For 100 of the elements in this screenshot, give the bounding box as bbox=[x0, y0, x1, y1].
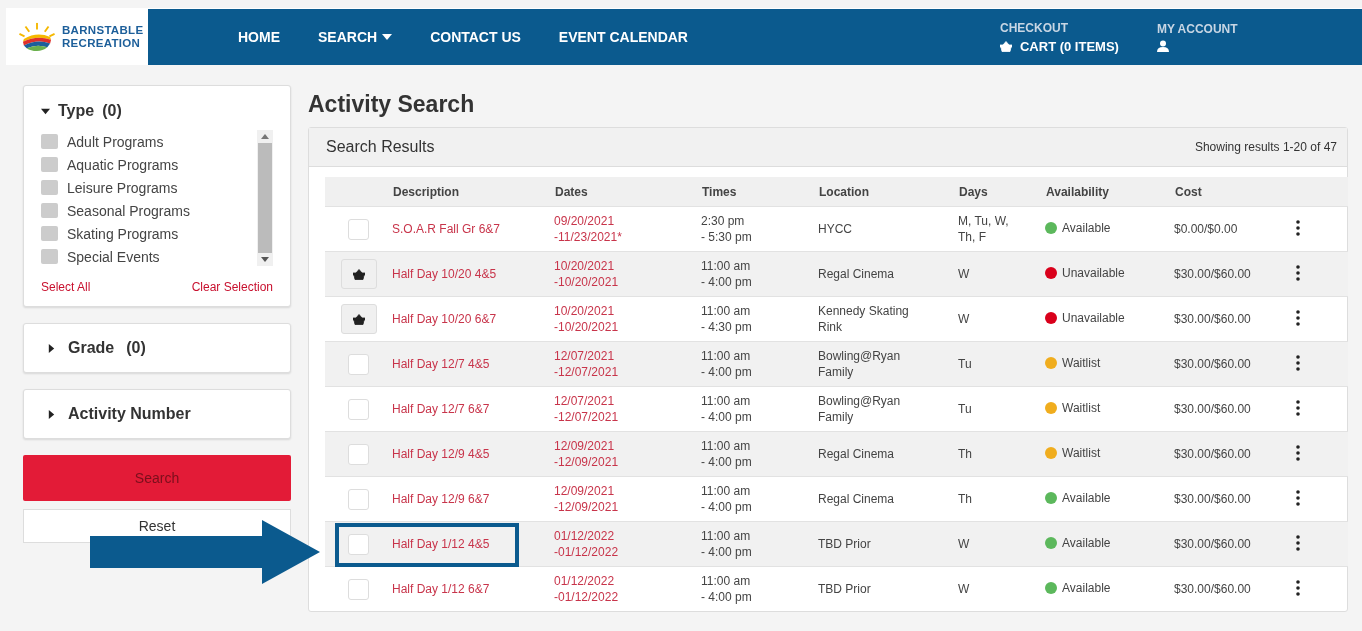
checkbox[interactable] bbox=[41, 226, 58, 241]
table-cell: $30.00/$60.00 bbox=[1174, 357, 1251, 371]
option-label[interactable]: Adult Programs bbox=[67, 133, 164, 150]
checkbox[interactable] bbox=[348, 578, 369, 600]
checkbox[interactable] bbox=[41, 157, 58, 172]
checkbox[interactable] bbox=[41, 134, 58, 149]
table-cell: $30.00/$60.00 bbox=[1174, 447, 1251, 461]
activity-link[interactable]: Half Day 12/9 4&5 bbox=[392, 447, 490, 461]
table-cell-text: Kennedy Skating Rink bbox=[818, 303, 910, 335]
checkbox[interactable] bbox=[41, 203, 58, 218]
more-options-icon[interactable] bbox=[1296, 579, 1300, 596]
column-header: Cost bbox=[1175, 184, 1202, 199]
time-range: 11:00 am - 4:00 pm bbox=[701, 483, 752, 515]
table-cell: W bbox=[958, 266, 970, 282]
checkout-label: CHECKOUT bbox=[1000, 20, 1069, 35]
scroll-down-icon[interactable] bbox=[261, 257, 269, 262]
option-label[interactable]: Leisure Programs bbox=[67, 179, 178, 196]
option-label[interactable]: Seasonal Programs bbox=[67, 202, 190, 219]
activity-link[interactable]: Half Day 10/20 4&5 bbox=[392, 267, 497, 281]
collapse-arrow-icon[interactable] bbox=[41, 106, 50, 116]
status-text: Unavailable bbox=[1062, 311, 1125, 325]
checkbox[interactable] bbox=[348, 533, 369, 555]
checkbox[interactable] bbox=[348, 353, 369, 375]
more-options-icon[interactable] bbox=[1296, 219, 1300, 236]
more-options-icon[interactable] bbox=[1296, 309, 1300, 326]
option-label[interactable]: Aquatic Programs bbox=[67, 156, 179, 173]
date-range: 12/07/2021 -12/07/2021 bbox=[554, 393, 619, 425]
checkbox[interactable] bbox=[41, 249, 58, 264]
logo[interactable]: BARNSTABLE RECREATION bbox=[6, 9, 148, 65]
status-text: Available bbox=[1062, 221, 1111, 235]
column-header: Description bbox=[393, 184, 459, 199]
more-options-icon[interactable] bbox=[1296, 534, 1300, 551]
table-cell: $30.00/$60.00 bbox=[1174, 537, 1251, 551]
status-text: Available bbox=[1062, 581, 1111, 595]
logo-text: RECREATION bbox=[62, 37, 142, 50]
table-cell: W bbox=[958, 536, 970, 552]
activity-link[interactable]: Half Day 12/7 6&7 bbox=[392, 402, 490, 416]
date-range: 12/09/2021 -12/09/2021 bbox=[554, 483, 619, 515]
table-cell: $30.00/$60.00 bbox=[1174, 492, 1251, 506]
nav-link[interactable]: HOME bbox=[238, 29, 280, 45]
date-range: 12/07/2021 -12/07/2021 bbox=[554, 348, 619, 380]
column-header: Times bbox=[702, 184, 737, 199]
select-all-link[interactable]: Select All bbox=[41, 280, 91, 294]
time-range: 11:00 am - 4:00 pm bbox=[701, 393, 752, 425]
activity-link[interactable]: S.O.A.R Fall Gr 6&7 bbox=[392, 222, 501, 236]
activity-link[interactable]: Half Day 10/20 6&7 bbox=[392, 312, 497, 326]
date-range: 12/09/2021 -12/09/2021 bbox=[554, 438, 619, 470]
user-icon[interactable] bbox=[1156, 40, 1169, 52]
expand-arrow-icon[interactable] bbox=[47, 343, 56, 353]
nav-link[interactable]: SEARCH bbox=[318, 29, 393, 45]
table-cell: W bbox=[958, 581, 970, 597]
checkbox[interactable] bbox=[348, 488, 369, 510]
table-cell-text: Bowling@Ryan Family bbox=[818, 393, 902, 425]
checkbox[interactable] bbox=[41, 180, 58, 195]
filter-title[interactable]: Activity Number bbox=[68, 405, 191, 423]
table-cell: $30.00/$60.00 bbox=[1174, 582, 1251, 596]
checkbox[interactable] bbox=[348, 218, 369, 240]
account-label: MY ACCOUNT bbox=[1156, 22, 1239, 36]
date-range: 10/20/2021 -10/20/2021 bbox=[554, 258, 619, 290]
filter-count: (0) bbox=[102, 102, 122, 120]
logo-text: BARNSTABLE bbox=[62, 24, 144, 37]
status-text: Available bbox=[1062, 536, 1111, 550]
filter-title[interactable]: Grade bbox=[68, 339, 115, 357]
table-cell: $30.00/$60.00 bbox=[1174, 402, 1251, 416]
more-options-icon[interactable] bbox=[1296, 444, 1300, 461]
time-range: 11:00 am - 4:00 pm bbox=[701, 573, 752, 605]
table-cell: $30.00/$60.00 bbox=[1174, 312, 1251, 326]
more-options-icon[interactable] bbox=[1296, 399, 1300, 416]
table-cell-text: Bowling@Ryan Family bbox=[818, 348, 902, 380]
table-cell: Tu bbox=[958, 356, 972, 372]
nav-link[interactable]: EVENT CALENDAR bbox=[558, 29, 688, 45]
date-range: 01/12/2022 -01/12/2022 bbox=[554, 528, 619, 560]
cart-button[interactable] bbox=[340, 304, 377, 334]
table-cell: HYCC bbox=[818, 221, 852, 237]
table-cell: Th bbox=[958, 446, 972, 462]
scroll-up-icon[interactable] bbox=[261, 134, 269, 139]
table-cell: TBD Prior bbox=[818, 581, 871, 597]
date-range: 01/12/2022 -01/12/2022 bbox=[554, 573, 619, 605]
time-range: 11:00 am - 4:00 pm bbox=[701, 258, 752, 290]
activity-link[interactable]: Half Day 1/12 4&5 bbox=[392, 537, 490, 551]
checkbox[interactable] bbox=[348, 443, 369, 465]
clear-selection-link[interactable]: Clear Selection bbox=[191, 280, 273, 294]
time-range: 11:00 am - 4:00 pm bbox=[701, 438, 752, 470]
more-options-icon[interactable] bbox=[1296, 264, 1300, 281]
filter-title[interactable]: Type bbox=[58, 102, 95, 120]
cart-link[interactable]: CART (0 ITEMS) bbox=[1000, 38, 1119, 54]
activity-link[interactable]: Half Day 12/9 6&7 bbox=[392, 492, 490, 506]
nav-link[interactable]: CONTACT US bbox=[430, 29, 521, 45]
time-range: 11:00 am - 4:00 pm bbox=[701, 528, 752, 560]
more-options-icon[interactable] bbox=[1296, 354, 1300, 371]
cart-button[interactable] bbox=[340, 259, 377, 289]
activity-link[interactable]: Half Day 12/7 4&5 bbox=[392, 357, 490, 371]
expand-arrow-icon[interactable] bbox=[47, 409, 56, 419]
checkbox[interactable] bbox=[348, 398, 369, 420]
more-options-icon[interactable] bbox=[1296, 489, 1300, 506]
scrollbar[interactable] bbox=[257, 130, 273, 266]
table-cell: $30.00/$60.00 bbox=[1174, 267, 1251, 281]
option-label[interactable]: Skating Programs bbox=[67, 225, 179, 242]
option-label[interactable]: Special Events bbox=[67, 248, 160, 265]
activity-link[interactable]: Half Day 1/12 6&7 bbox=[392, 582, 490, 596]
